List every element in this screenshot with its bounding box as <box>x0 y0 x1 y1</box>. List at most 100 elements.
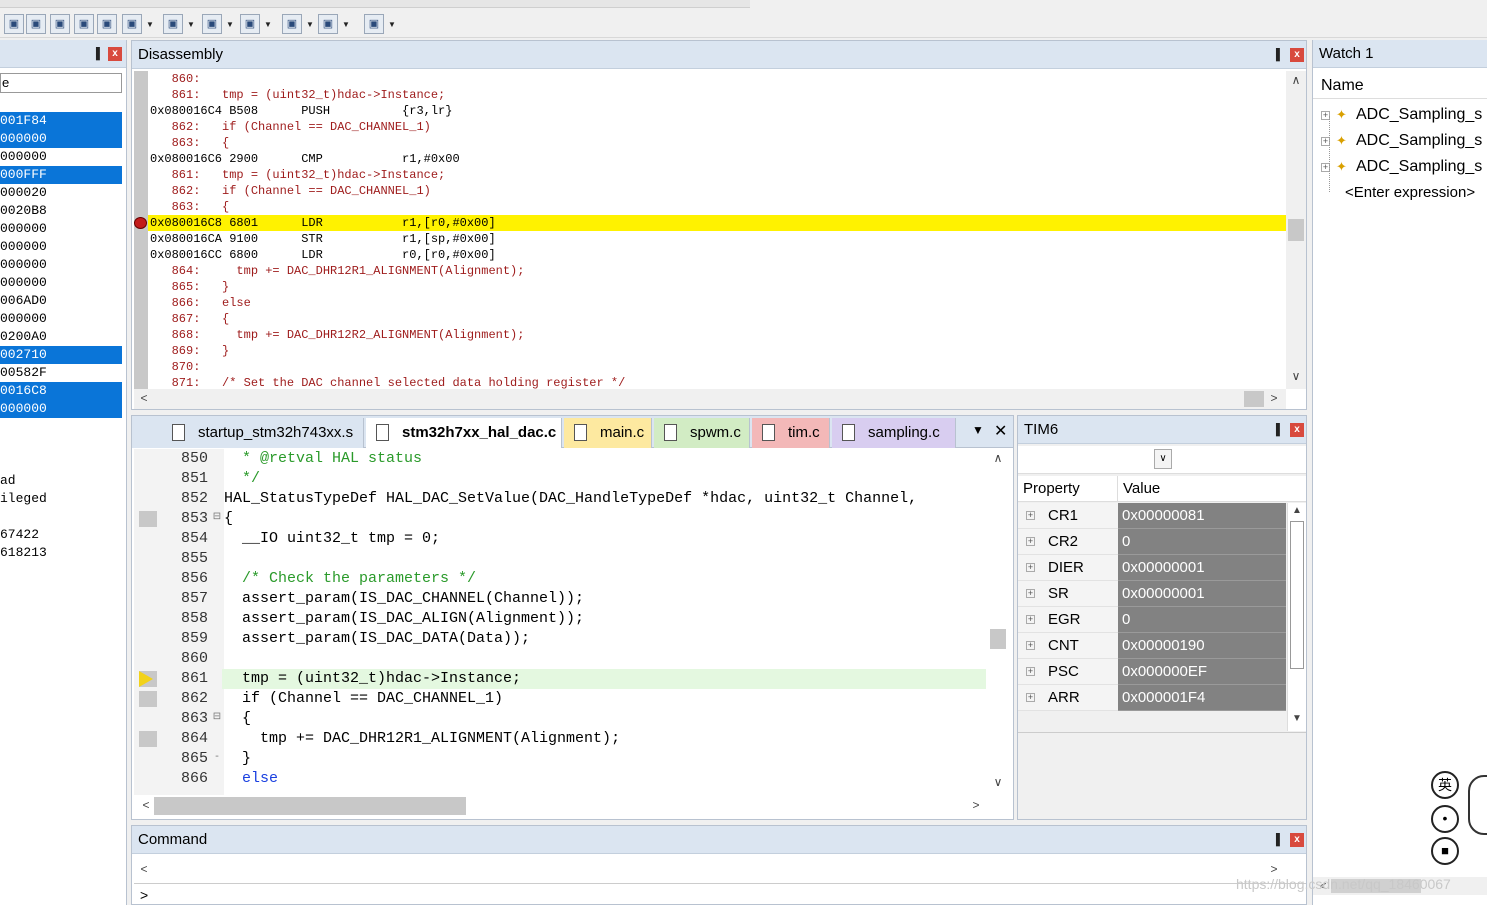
pin-icon[interactable]: ▐ <box>1272 833 1284 847</box>
code-line[interactable]: 851 */ <box>134 469 986 489</box>
scroll-up-icon[interactable]: ∧ <box>1288 73 1304 87</box>
disassembly-window-icon[interactable]: ▣ <box>26 14 46 34</box>
register-value-cell[interactable]: 0 <box>1118 607 1286 633</box>
scroll-left-icon[interactable]: < <box>138 862 150 876</box>
scroll-down-icon[interactable]: ∨ <box>1288 369 1304 383</box>
instruction-line[interactable]: 0x080016CC 6800 LDR r0,[r0,#0x00] <box>134 247 1286 263</box>
register-row[interactable]: 006AD0 <box>0 292 122 310</box>
breakpoint-slot[interactable] <box>139 731 157 747</box>
code-line[interactable]: 855 <box>134 549 986 569</box>
code-line[interactable]: 857 assert_param(IS_DAC_CHANNEL(Channel)… <box>134 589 986 609</box>
command-input[interactable]: > <box>134 886 1306 904</box>
tab-tim-c[interactable]: tim.c <box>752 418 830 448</box>
scroll-thumb[interactable] <box>1288 219 1304 241</box>
scroll-down-icon[interactable]: ∨ <box>990 775 1006 789</box>
fold-icon[interactable]: ⊟ <box>212 713 222 723</box>
register-value-cell[interactable]: 0x00000001 <box>1118 581 1286 607</box>
register-row[interactable]: 000FFF <box>0 166 122 184</box>
tab-list-dropdown-icon[interactable]: ▼ <box>972 423 984 437</box>
register-row[interactable]: 000020 <box>0 184 122 202</box>
command-window-icon[interactable]: ▣ <box>4 14 24 34</box>
source-line[interactable]: 868: tmp += DAC_DHR12R2_ALIGNMENT(Alignm… <box>134 327 1286 343</box>
register-row[interactable]: 0020B8 <box>0 202 122 220</box>
register-row-cnt[interactable]: + CNT 0x00000190 <box>1018 633 1286 659</box>
watch-item[interactable]: + ✦ ADC_Sampling_s <box>1321 128 1482 154</box>
code-line[interactable]: 862 if (Channel == DAC_CHANNEL_1) <box>134 689 986 709</box>
code-line[interactable]: 856 /* Check the parameters */ <box>134 569 986 589</box>
scroll-thumb[interactable] <box>990 629 1006 649</box>
scroll-up-icon[interactable]: ▲ <box>1289 505 1305 516</box>
register-row[interactable]: 000000 <box>0 310 122 328</box>
expand-icon[interactable]: + <box>1026 641 1035 650</box>
source-line[interactable]: 870: <box>134 359 1286 375</box>
source-line[interactable]: 866: else <box>134 295 1286 311</box>
source-line[interactable]: 861: tmp = (uint32_t)hdac->Instance; <box>134 87 1286 103</box>
toolbox-icon[interactable]: ▣ <box>364 14 384 34</box>
source-line[interactable]: 860: <box>134 71 1286 87</box>
register-row-cr1[interactable]: + CR1 0x00000081 <box>1018 503 1286 529</box>
tab-stm32h7xx-hal-dac-c[interactable]: stm32h7xx_hal_dac.c <box>366 418 562 448</box>
register-row[interactable]: 000000 <box>0 130 122 148</box>
source-line[interactable]: 867: { <box>134 311 1286 327</box>
property-column-header[interactable]: Property <box>1023 476 1080 502</box>
disassembly-hscroll[interactable]: < > <box>134 389 1286 409</box>
code-line[interactable]: 866 else <box>134 769 986 789</box>
source-line[interactable]: 871: /* Set the DAC channel selected dat… <box>134 375 1286 389</box>
scroll-thumb[interactable] <box>1290 521 1304 669</box>
register-row[interactable]: 002710 <box>0 346 122 364</box>
tim6-vscroll[interactable]: ▲ ▼ <box>1287 503 1306 731</box>
breakpoint-slot[interactable] <box>134 151 148 167</box>
expand-icon[interactable]: + <box>1026 563 1035 572</box>
code-area[interactable]: 850 * @retval HAL status 851 */852 HAL_Sta… <box>134 449 986 795</box>
dropdown-arrow-icon[interactable]: ▼ <box>187 21 195 29</box>
tab-main-c[interactable]: main.c <box>564 418 652 448</box>
ime-skin-icon[interactable]: ■ <box>1431 837 1459 865</box>
register-row[interactable]: 000000 <box>0 256 122 274</box>
code-line[interactable]: 854 __IO uint32_t tmp = 0; <box>134 529 986 549</box>
pin-icon[interactable]: ▐ <box>1272 423 1284 437</box>
dropdown-arrow-icon[interactable]: ▼ <box>342 21 350 29</box>
expand-icon[interactable]: + <box>1026 537 1035 546</box>
register-row-psc[interactable]: + PSC 0x000000EF <box>1018 659 1286 685</box>
register-row[interactable]: 000000 <box>0 400 122 418</box>
disassembly-vscroll[interactable]: ∧ ∨ <box>1286 71 1306 389</box>
code-line[interactable]: 864 tmp += DAC_DHR12R1_ALIGNMENT(Alignme… <box>134 729 986 749</box>
breakpoint-slot[interactable] <box>134 247 148 263</box>
register-value-cell[interactable]: 0x000000EF <box>1118 659 1286 685</box>
code-line[interactable]: 853 ⊟{ <box>134 509 986 529</box>
scroll-thumb[interactable] <box>154 797 466 815</box>
tab-spwm-c[interactable]: spwm.c <box>654 418 750 448</box>
register-value-cell[interactable]: 0x000001F4 <box>1118 685 1286 711</box>
register-value-cell[interactable]: 0x00000001 <box>1118 555 1286 581</box>
disassembly-listing[interactable]: 860: 861: tmp = (uint32_t)hdac->Instance… <box>134 71 1286 389</box>
editor-vscroll[interactable]: ∧ ∨ <box>988 449 1008 795</box>
instruction-line[interactable]: 0x080016C6 2900 CMP r1,#0x00 <box>134 151 1286 167</box>
analysis-window-icon[interactable]: ▣ <box>240 14 260 34</box>
registers-window-icon[interactable]: ▣ <box>74 14 94 34</box>
scroll-right-icon[interactable]: > <box>970 798 982 812</box>
instruction-line[interactable]: 0x080016CA 9100 STR r1,[sp,#0x00] <box>134 231 1286 247</box>
register-row[interactable]: 001F84 <box>0 112 122 130</box>
code-line[interactable]: 852 HAL_StatusTypeDef HAL_DAC_SetValue(DA… <box>134 489 986 509</box>
code-line[interactable]: 858 assert_param(IS_DAC_ALIGN(Alignment)… <box>134 609 986 629</box>
watch-enter-expression[interactable]: <Enter expression> <box>1345 180 1475 206</box>
register-row-arr[interactable]: + ARR 0x000001F4 <box>1018 685 1286 711</box>
fold-icon[interactable]: - <box>212 753 222 763</box>
close-tab-icon[interactable]: ✕ <box>994 421 1007 441</box>
dropdown-arrow-icon[interactable]: ▼ <box>226 21 234 29</box>
register-row-egr[interactable]: + EGR 0 <box>1018 607 1286 633</box>
code-line[interactable]: 861 tmp = (uint32_t)hdac->Instance; <box>134 669 986 689</box>
register-row[interactable]: 0200A0 <box>0 328 122 346</box>
register-row[interactable]: 0016C8 <box>0 382 122 400</box>
register-value-cell[interactable]: 0x00000190 <box>1118 633 1286 659</box>
scroll-right-icon[interactable]: > <box>1268 391 1280 405</box>
register-row-cr2[interactable]: + CR2 0 <box>1018 529 1286 555</box>
tim6-selector-dropdown[interactable]: ∨ <box>1154 449 1172 469</box>
expand-icon[interactable]: + <box>1026 511 1035 520</box>
ime-language-button[interactable]: 英 <box>1431 771 1459 799</box>
breakpoint-slot[interactable] <box>139 691 157 707</box>
code-line[interactable]: 860 <box>134 649 986 669</box>
ime-mascot-icon[interactable] <box>1468 775 1487 835</box>
breakpoint-slot[interactable] <box>134 103 148 119</box>
register-row[interactable]: 00582F <box>0 364 122 382</box>
